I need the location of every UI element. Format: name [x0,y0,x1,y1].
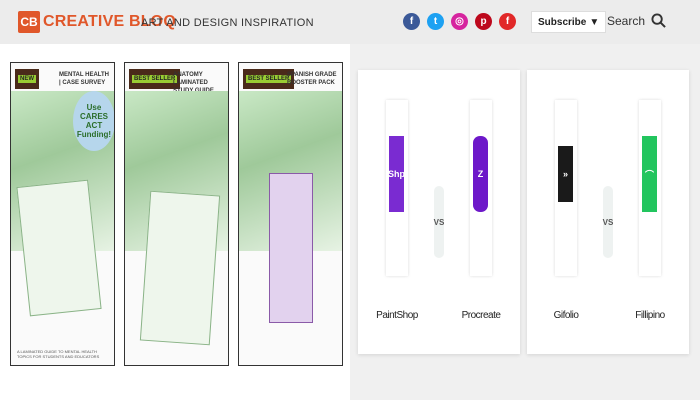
book-guide-image [269,173,313,323]
comparison-card[interactable]: Shp VS Z PaintShop Procreate [358,70,520,354]
procreate-icon: Z [473,136,488,212]
app-name-left: Gifolio [553,310,579,321]
app-tile-right: ⌒ [639,100,661,276]
app-name-left: PaintShop [376,310,418,321]
book-banner: NEW [15,69,39,89]
app-name-right: Fillipino [635,310,665,321]
book-tag: BEST SELLER [132,75,178,83]
app-name-right: Procreate [461,310,501,321]
paintshop-icon: Shp [388,136,405,212]
book-title: SPANISH GRADE BOOSTER PACK [287,72,337,86]
book-guide-image [139,190,221,346]
pinterest-icon[interactable]: p [475,13,492,30]
gifolio-icon: » [558,146,573,202]
search-icon [651,13,666,28]
chevron-down-icon: ▼ [589,16,600,28]
book-tag: NEW [18,75,36,83]
book-title: MENTAL HEALTH | CASE SURVEY [59,72,109,86]
facebook-icon[interactable]: f [403,13,420,30]
social-links: f t ◎ p f [403,13,516,30]
book-ad-mental-health[interactable]: NEW MENTAL HEALTH | CASE SURVEY Use CARE… [10,62,115,366]
book-ad-anatomy[interactable]: BEST SELLER ANATOMY LAMINATED STUDY GUID… [124,62,229,366]
app-tile-left: » [555,100,577,276]
comparison-card[interactable]: » VS ⌒ Gifolio Fillipino [527,70,689,354]
fillipino-icon: ⌒ [642,136,657,212]
book-bubble: Use CARES ACT Funding! [73,91,114,151]
app-tile-left: Shp [386,100,408,276]
vs-badge: VS [603,186,613,258]
app-tile-right: Z [470,100,492,276]
search-button[interactable]: Search [607,13,666,28]
vs-badge: VS [434,186,444,258]
book-ad-spanish[interactable]: BEST SELLER SPANISH GRADE BOOSTER PACK [238,62,343,366]
search-label: Search [607,13,646,28]
book-guide-image [16,179,102,317]
flipboard-icon[interactable]: f [499,13,516,30]
book-tag: BEST SELLER [246,75,292,83]
logo-mark: CB [18,11,40,33]
book-fineprint: A LAMINATED GUIDE TO MENTAL HEALTH TOPIC… [17,349,100,359]
subscribe-button[interactable]: Subscribe ▼ [531,11,607,33]
site-header: CB CREATIVE BLOQ ART AND DESIGN INSPIRAT… [0,0,700,44]
site-tagline: ART AND DESIGN INSPIRATION [141,17,314,29]
instagram-icon[interactable]: ◎ [451,13,468,30]
twitter-icon[interactable]: t [427,13,444,30]
subscribe-label: Subscribe [538,16,587,28]
